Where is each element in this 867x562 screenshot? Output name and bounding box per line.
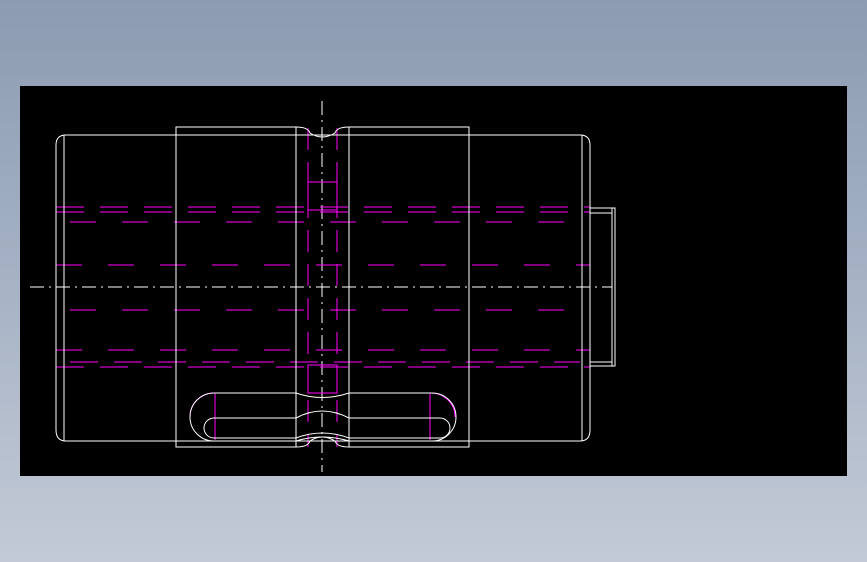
- hidden-arc-slot-right: [429, 392, 456, 418]
- body-outline: [55, 134, 591, 442]
- slot-inner-outline: [203, 410, 451, 439]
- centerlines: [30, 101, 612, 472]
- hidden-arc-slot-left: [189, 392, 216, 418]
- slot-outline: [189, 392, 457, 442]
- cad-application-window: [0, 0, 867, 562]
- cad-drawing-canvas: [30, 101, 616, 472]
